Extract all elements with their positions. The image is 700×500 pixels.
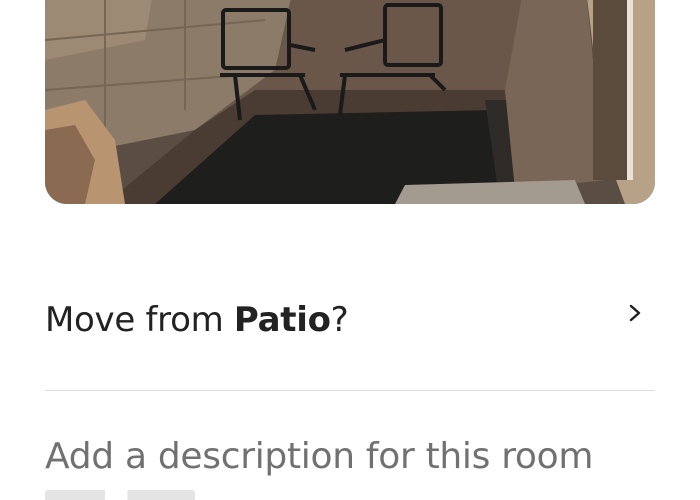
room-description-input[interactable]: Add a description for this room bbox=[45, 436, 655, 477]
photo-detail-screen: Move from Patio? Add a description for t… bbox=[0, 0, 700, 500]
move-suffix: ? bbox=[330, 300, 349, 340]
chevron-right-icon bbox=[629, 304, 641, 322]
move-from-room-row[interactable]: Move from Patio? bbox=[45, 290, 655, 350]
patio-image bbox=[45, 0, 655, 204]
move-from-label: Move from Patio? bbox=[45, 300, 349, 340]
divider bbox=[45, 390, 655, 391]
current-room-name: Patio bbox=[233, 300, 331, 340]
room-photo[interactable] bbox=[45, 0, 655, 204]
description-next-line bbox=[45, 490, 195, 500]
move-prefix: Move from bbox=[45, 300, 234, 340]
